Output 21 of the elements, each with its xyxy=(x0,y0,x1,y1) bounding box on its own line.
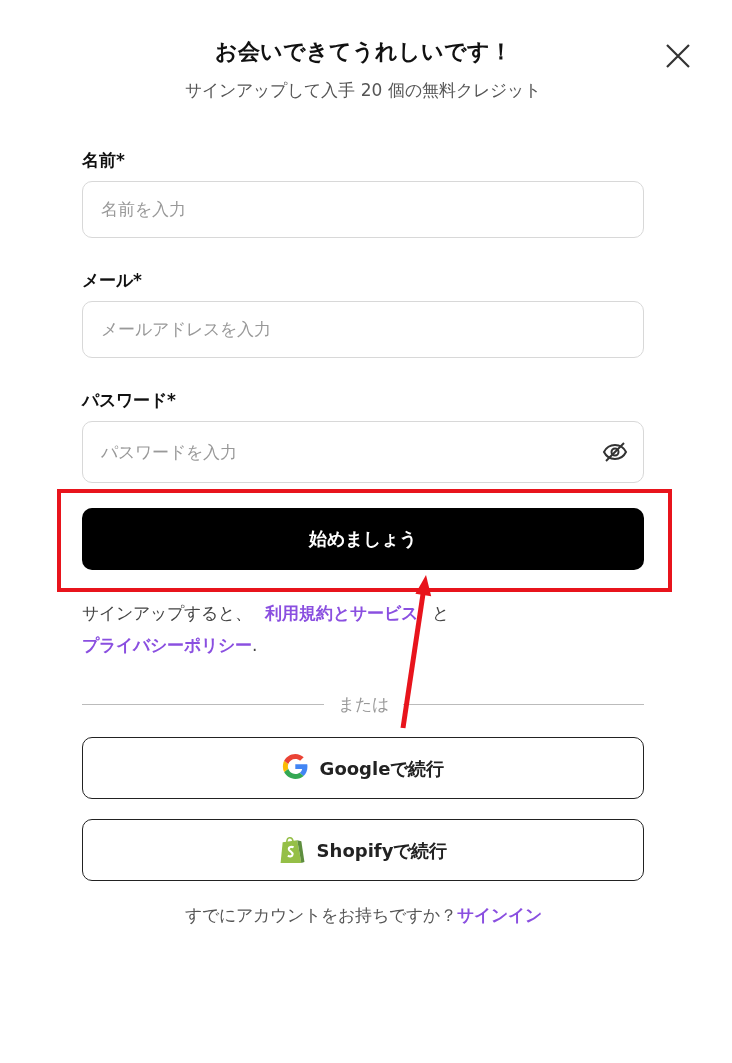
field-label: メール* xyxy=(82,268,143,291)
divider-text: または xyxy=(337,692,389,716)
dialog-title: お会いできてうれしいです！ xyxy=(213,38,513,66)
terms-link[interactable]: プライバシーポリシー xyxy=(82,634,252,655)
footer-text: すでにアカウントをお持ちですか？ xyxy=(184,905,457,925)
password-field[interactable]: パスワードを入力 xyxy=(82,420,644,483)
subtitle: サインアップして入手 20 個の無料クレジット xyxy=(184,79,542,102)
terms-text: サインアップすると、 利用規約とサービス と プライバシーポリシー. xyxy=(82,601,450,657)
close-button[interactable] xyxy=(664,42,692,70)
social-login-button[interactable]: Shopifyで続行 xyxy=(82,819,644,881)
name-field[interactable]: 名前を入力 xyxy=(82,180,644,238)
social-login-button[interactable]: Googleで続行 xyxy=(82,737,644,799)
email-field[interactable]: メールアドレスを入力 xyxy=(82,300,644,358)
field-label: パスワード* xyxy=(82,388,177,411)
sign-in-link[interactable]: サインイン xyxy=(456,905,542,925)
shopping-bag-icon xyxy=(278,836,305,864)
submit-button[interactable]: 始めましょう xyxy=(82,507,644,570)
google-logo-icon xyxy=(281,754,308,782)
field-label: 名前* xyxy=(82,148,126,171)
eye-slash-icon[interactable] xyxy=(602,440,628,463)
terms-link[interactable]: 利用規約とサービス xyxy=(265,602,419,623)
